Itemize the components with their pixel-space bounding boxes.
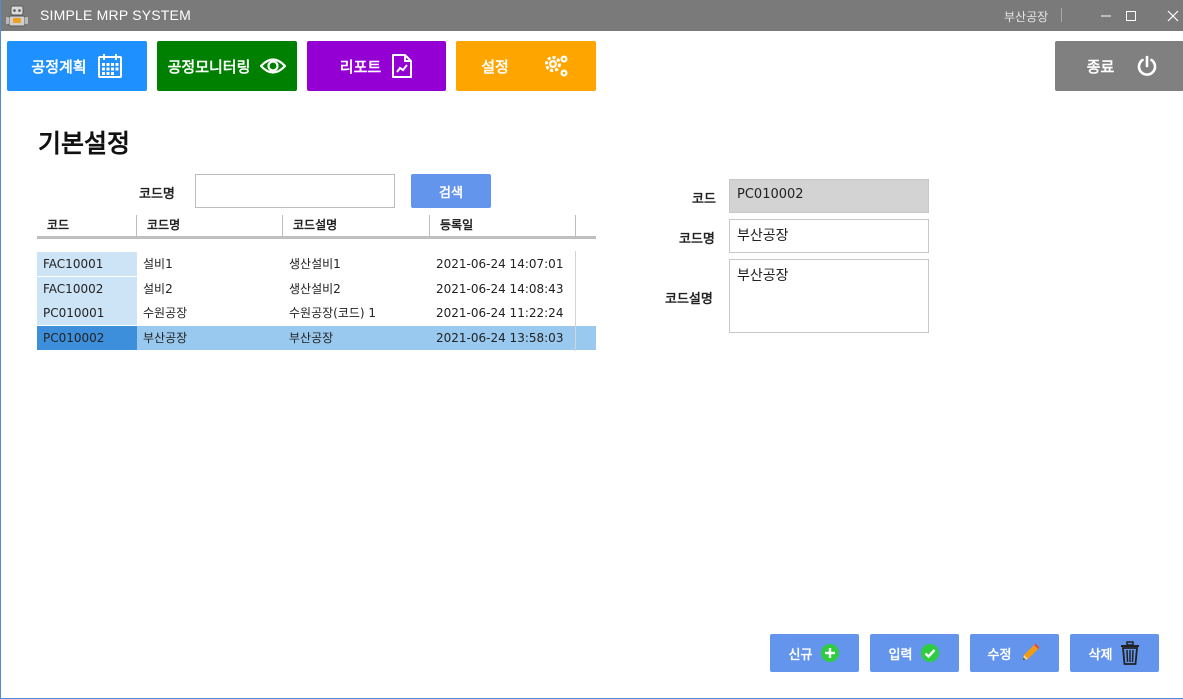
settings-label: 설정 — [481, 57, 509, 76]
process-monitoring-button[interactable]: 공정모니터링 — [157, 41, 297, 91]
title-separator — [1061, 8, 1062, 22]
new-button-label: 신규 — [788, 647, 813, 663]
save-button-label: 입력 — [888, 647, 913, 663]
close-button[interactable] — [1150, 0, 1183, 31]
cell-code: FAC10001 — [37, 252, 137, 276]
cell-code: PC010001 — [37, 301, 137, 325]
report-button[interactable]: 리포트 — [307, 41, 446, 91]
search-label: 코드명 — [139, 187, 175, 202]
table-row[interactable]: PC010002 부산공장 부산공장 2021-06-24 13:58:03 — [37, 325, 596, 350]
search-button[interactable]: 검색 — [411, 174, 491, 208]
exit-label: 종료 — [1086, 57, 1115, 76]
process-plan-button[interactable]: 공정계획 — [7, 41, 147, 91]
cell-name: 부산공장 — [143, 330, 188, 345]
report-label: 리포트 — [339, 57, 382, 76]
power-icon — [1138, 55, 1157, 76]
app-title: SIMPLE MRP SYSTEM — [40, 7, 191, 23]
cell-date: 2021-06-24 14:08:43 — [436, 281, 564, 296]
plus-circle-icon — [821, 644, 840, 662]
cell-desc: 생산설비2 — [289, 281, 341, 296]
save-button[interactable]: 입력 — [870, 634, 959, 672]
maximize-icon — [1126, 10, 1136, 21]
search-input[interactable] — [195, 174, 395, 208]
cell-name: 설비1 — [143, 257, 173, 271]
close-icon — [1167, 10, 1179, 21]
column-header-date[interactable]: 등록일 — [430, 215, 576, 236]
edit-button[interactable]: 수정 — [970, 634, 1059, 672]
exit-button[interactable]: 종료 — [1055, 41, 1183, 91]
calendar-icon — [97, 54, 122, 78]
cell-code: PC010002 — [37, 325, 137, 350]
detail-code-label: 코드 — [692, 192, 716, 207]
eye-icon — [260, 58, 287, 74]
detail-desc-field[interactable]: 부산공장 — [729, 259, 929, 333]
detail-name-label: 코드명 — [679, 232, 715, 247]
robot-app-icon — [4, 3, 30, 29]
new-button[interactable]: 신규 — [770, 634, 859, 672]
edit-button-label: 수정 — [987, 647, 1012, 663]
table-row[interactable]: FAC10001 설비1 생산설비1 2021-06-24 14:07:01 — [37, 252, 596, 276]
title-bar[interactable]: SIMPLE MRP SYSTEM 부산공장 — [1, 0, 1183, 31]
delete-button-label: 삭제 — [1088, 647, 1113, 663]
report-file-icon — [392, 54, 413, 78]
gears-icon — [544, 55, 568, 77]
cell-desc: 부산공장 — [289, 330, 334, 345]
column-header-code[interactable]: 코드 — [37, 215, 137, 236]
cell-name: 수원공장 — [143, 306, 188, 320]
maximize-button[interactable] — [1108, 0, 1154, 31]
cell-name: 설비2 — [143, 281, 173, 296]
page-title: 기본설정 — [38, 129, 131, 158]
table-row[interactable]: PC010001 수원공장 수원공장(코드) 1 2021-06-24 11:22:2… — [37, 301, 596, 325]
trash-icon — [1121, 641, 1140, 665]
process-monitoring-label: 공정모니터링 — [167, 57, 251, 76]
cell-date: 2021-06-24 11:22:24 — [436, 306, 564, 320]
process-plan-label: 공정계획 — [31, 57, 87, 76]
table-row[interactable]: FAC10002 설비2 생산설비2 2021-06-24 14:08:43 — [37, 276, 596, 301]
delete-button[interactable]: 삭제 — [1070, 634, 1159, 672]
grid-header: 코드 코드명 코드설명 등록일 — [37, 215, 596, 239]
detail-desc-label: 코드설명 — [665, 292, 713, 307]
cell-date: 2021-06-24 14:07:01 — [436, 257, 564, 271]
settings-button[interactable]: 설정 — [456, 41, 596, 91]
current-user-label: 부산공장 — [1004, 10, 1049, 24]
column-header-name[interactable]: 코드명 — [137, 215, 283, 236]
grid-scroll-gutter-line — [575, 251, 576, 351]
detail-name-field[interactable]: 부산공장 — [729, 219, 929, 253]
code-grid[interactable]: 코드 코드명 코드설명 등록일 FAC10001 설비1 생산설비1 2021-06-… — [37, 215, 596, 352]
cell-date: 2021-06-24 13:58:03 — [436, 330, 564, 345]
app-window: SIMPLE MRP SYSTEM 부산공장 공정계획 공정모니터링 리포트 설… — [0, 0, 1183, 699]
check-circle-icon — [921, 644, 940, 662]
column-header-desc[interactable]: 코드설명 — [283, 215, 430, 236]
cell-desc: 생산설비1 — [289, 257, 341, 271]
cell-code: FAC10002 — [37, 276, 137, 301]
cell-desc: 수원공장(코드) 1 — [289, 306, 377, 320]
pencil-icon — [1023, 643, 1040, 660]
detail-code-field[interactable]: PC010002 — [729, 179, 929, 213]
